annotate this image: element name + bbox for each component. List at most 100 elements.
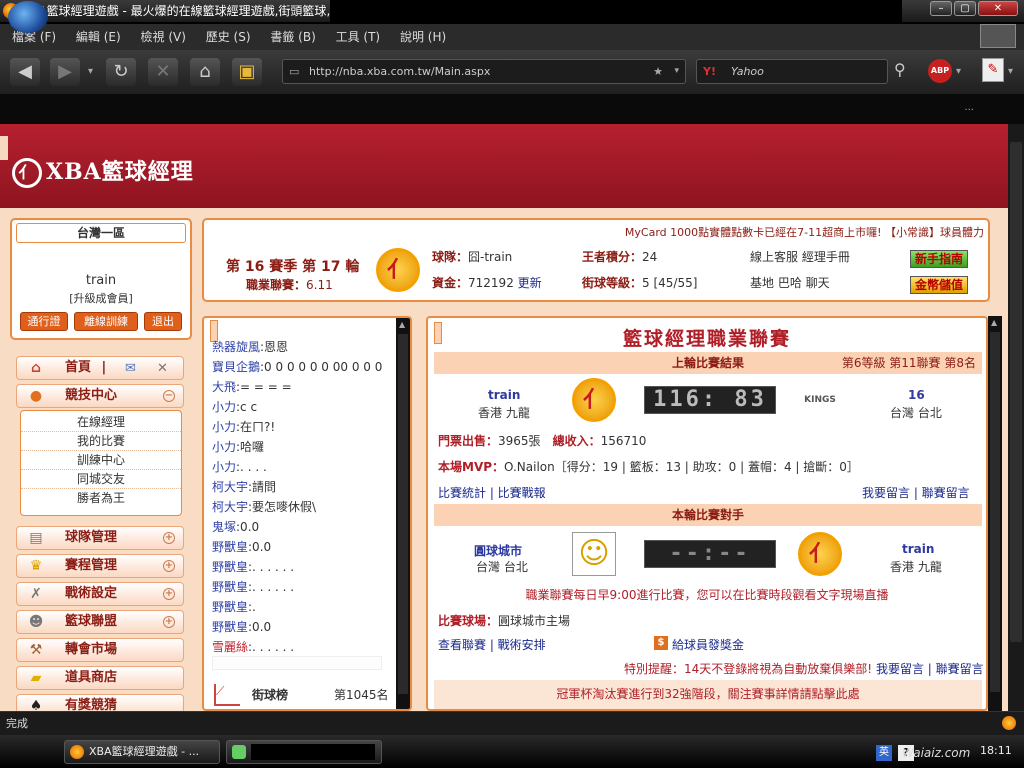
search-placeholder: Yahoo [731, 65, 764, 78]
nav-prize-quiz[interactable]: ♠ 有獎競猜 [16, 694, 184, 711]
submenu-online-manager[interactable]: 在線經理 [21, 413, 181, 432]
bookmarks-overflow[interactable]: ... [964, 102, 974, 113]
schedule-note: 職業聯賽每日早9:00進行比賽，您可以在比賽時段觀看文字現場直播 [525, 588, 889, 602]
menu-history[interactable]: 歷史 (S) [206, 30, 251, 44]
last-match-score: 116: 83 [644, 386, 776, 414]
logo-text: XBA籃球經理 [46, 159, 194, 185]
minimize-button[interactable]: – [930, 1, 952, 16]
match-message-links[interactable]: 我要留言 | 聯賽留言 [862, 484, 970, 501]
expand-icon[interactable]: + [163, 532, 175, 544]
expand-icon[interactable]: + [163, 616, 175, 628]
url-bar[interactable]: ▭ http://nba.xba.com.tw/Main.aspx ★ ▾ [282, 59, 686, 84]
venue-value: 圓球城市主場 [498, 614, 571, 628]
menu-bookmarks[interactable]: 書籤 (B) [270, 30, 315, 44]
menu-help[interactable]: 說明 (H) [400, 30, 446, 44]
bookmark-star-icon[interactable]: ★ [653, 60, 663, 83]
kings-logo-icon: KINGS [804, 395, 836, 405]
opponent-team-name[interactable]: 圓球城市 [474, 542, 522, 559]
coin-topup-button[interactable]: 金幣儲值 [910, 276, 968, 294]
nav-item-shop[interactable]: ▰ 道具商店 [16, 666, 184, 690]
nav-schedule-management[interactable]: ♛ 賽程管理 + [16, 554, 184, 578]
my-team-name[interactable]: train [902, 542, 934, 556]
league-view-links[interactable]: 查看聯賽 | 戰術安排 [438, 636, 546, 653]
nav-competition[interactable]: ● 競技中心 − [16, 384, 184, 408]
back-icon[interactable]: ◀ [10, 58, 40, 86]
redacted-label [251, 744, 375, 760]
refresh-link[interactable]: 更新 [518, 276, 542, 290]
nav-league[interactable]: ☻ 籃球聯盟 + [16, 610, 184, 634]
submenu-training-center[interactable]: 訓練中心 [21, 451, 181, 470]
member-upgrade-link[interactable]: [升級成會員] [12, 290, 190, 306]
league-scrollbar[interactable]: ▲ [988, 316, 1002, 711]
competition-submenu: 在線經理 我的比賽 訓練中心 同城交友 勝者為王 [20, 410, 182, 516]
community-links[interactable]: 基地 巴哈 聊天 [750, 274, 830, 291]
nav-tactics[interactable]: ✗ 戰術設定 + [16, 582, 184, 606]
submenu-winner-king[interactable]: 勝者為王 [21, 489, 181, 508]
tools-icon[interactable]: ✕ [157, 358, 168, 380]
service-links[interactable]: 線上客服 經理手冊 [750, 248, 850, 265]
nav-transfer-market[interactable]: ⚒ 轉會市場 [16, 638, 184, 662]
last-match-header: 上輪比賽結果 第6等級 第11聯賽 第8名 [434, 352, 982, 374]
player-bonus-link[interactable]: 給球員發獎金 [672, 636, 744, 653]
yahoo-icon: Y! [703, 65, 716, 78]
chat-input[interactable] [212, 656, 382, 670]
offline-training-button[interactable]: 離線訓練 [74, 312, 138, 331]
menu-tools[interactable]: 工具 (T) [336, 30, 381, 44]
notepad-icon[interactable]: ✎ [982, 58, 1004, 82]
chat-line: 小力:. . . . [212, 460, 267, 474]
site-header: 亻 XBA籃球經理 [0, 124, 1008, 208]
reload-icon[interactable]: ↻ [106, 58, 136, 86]
ime-icon[interactable]: 英 [876, 745, 892, 761]
away-team-name[interactable]: 16 [908, 388, 925, 402]
system-clock[interactable]: 18:11 [980, 744, 1012, 757]
collapse-icon[interactable]: − [163, 390, 175, 402]
menu-edit[interactable]: 編輯 (E) [76, 30, 121, 44]
logout-button[interactable]: 退出 [144, 312, 182, 331]
street-rank-value: 第1045名 [334, 688, 389, 702]
match-stats-links[interactable]: 比賽統計 | 比賽戰報 [438, 484, 546, 501]
stop-icon[interactable]: ✕ [148, 58, 178, 86]
nav-home[interactable]: ⌂ 首頁 | ✉ ✕ [16, 356, 184, 380]
nav-team-management[interactable]: ▤ 球隊管理 + [16, 526, 184, 550]
expand-icon[interactable]: + [163, 560, 175, 572]
username: train [85, 273, 117, 288]
mail-icon[interactable]: ✉ [125, 358, 136, 380]
nav-home-separator: | [101, 360, 107, 375]
chat-scrollbar[interactable]: ▲ [396, 318, 410, 709]
start-button[interactable] [8, 1, 48, 33]
newbie-guide-button[interactable]: 新手指南 [910, 250, 968, 268]
menu-view[interactable]: 檢視 (V) [141, 30, 186, 44]
url-dropdown-icon[interactable]: ▾ [674, 60, 679, 83]
submenu-my-matches[interactable]: 我的比賽 [21, 432, 181, 451]
maximize-button[interactable]: ▢ [954, 1, 976, 16]
nav-tactics-label: 戰術設定 [65, 586, 118, 601]
taskbar-app-2[interactable] [226, 740, 382, 764]
page-scrollbar[interactable] [1008, 124, 1024, 711]
status-bar: 完成 [0, 711, 1024, 735]
passport-button[interactable]: 通行證 [20, 312, 68, 331]
expand-icon[interactable]: + [163, 588, 175, 600]
adblock-dropdown-icon[interactable]: ▾ [956, 66, 961, 77]
taskbar-firefox[interactable]: XBA籃球經理遊戲 - ... [64, 740, 220, 764]
cup-notice[interactable]: 冠軍杯淘汰賽進行到32強階段，關注賽事詳情請點擊此處 [434, 680, 982, 709]
street-rank-label: 街球榜 [252, 688, 289, 702]
street-level: 街球等級：5 [45/55] [582, 274, 697, 291]
site-logo[interactable]: 亻 XBA籃球經理 [12, 154, 194, 188]
notice-links[interactable]: 我要留言 | 聯賽留言 [876, 662, 984, 676]
search-bar[interactable]: Y! Yahoo [696, 59, 888, 84]
notepad-dropdown-icon[interactable]: ▾ [1008, 66, 1013, 77]
close-button[interactable]: ✕ [978, 1, 1018, 16]
search-icon[interactable]: ⚲ [894, 60, 906, 79]
home-icon[interactable]: ⌂ [190, 58, 220, 86]
history-dropdown-icon[interactable]: ▾ [88, 66, 93, 77]
adblock-icon[interactable]: ABP [928, 59, 952, 83]
logo-mark-icon: 亻 [12, 158, 42, 188]
submenu-city-friends[interactable]: 同城交友 [21, 470, 181, 489]
screenshot-addon-icon[interactable]: ▣ [232, 58, 262, 86]
home-team-name[interactable]: train [488, 388, 520, 402]
news-marquee[interactable]: MyCard 1000點實體點數卡已經在7-11超商上市囉! 【小常識】球員體力 [204, 224, 988, 240]
ticket-sales: 門票出售：3965張 總收入：156710 [438, 432, 646, 449]
forward-icon[interactable]: ▶ [50, 58, 80, 86]
my-team-city: 香港 九龍 [890, 560, 942, 574]
firefox-status-icon [1002, 716, 1016, 730]
